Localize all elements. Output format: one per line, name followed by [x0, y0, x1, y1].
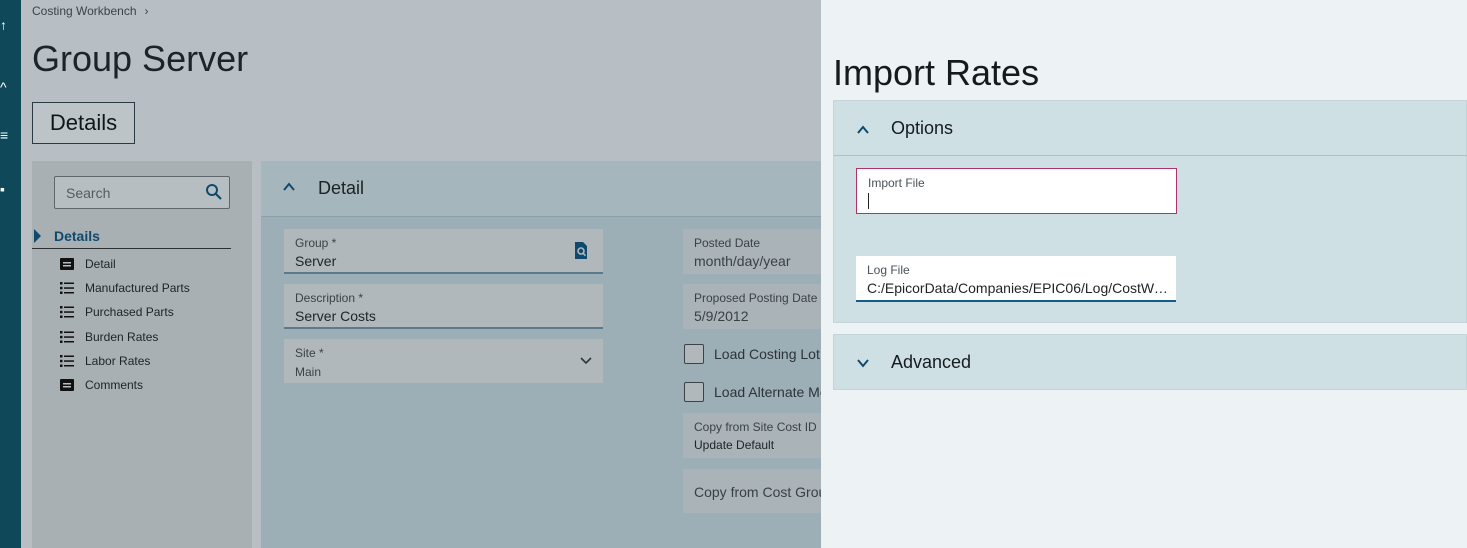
tree-header-details[interactable]: Details — [32, 228, 231, 249]
proposed-posting-date-label: Proposed Posting Date — [694, 291, 818, 305]
card-icon — [60, 379, 74, 391]
posted-date-value: month/day/year — [694, 253, 791, 269]
import-rates-panel: Import Rates Options Import File Log Fil… — [821, 0, 1467, 548]
advanced-section-header[interactable]: Advanced — [833, 334, 1467, 390]
tree-item-label: Detail — [85, 257, 116, 271]
load-costing-lot-checkbox[interactable] — [684, 344, 704, 364]
tree-item-detail[interactable]: Detail — [60, 256, 240, 274]
tree-item-label: Labor Rates — [85, 354, 151, 368]
chevron-up-icon — [283, 182, 295, 191]
tree-item-manufactured-parts[interactable]: Manufactured Parts — [60, 280, 240, 298]
load-alternate-label: Load Alternate Methods — [714, 384, 821, 400]
chevron-right-icon: › — [144, 4, 149, 18]
import-file-label: Import File — [868, 176, 925, 190]
menu-icon[interactable]: ≡ — [0, 130, 8, 140]
card-icon — [60, 258, 74, 270]
caret-icon[interactable]: ^ — [0, 82, 8, 92]
list-icon — [60, 282, 74, 294]
detail-section-header[interactable]: Detail — [261, 161, 821, 217]
copy-from-site-cost-label: Copy from Site Cost ID — [694, 420, 817, 434]
site-select-label: Site * — [295, 346, 324, 360]
log-file-input[interactable]: Log File C:/EpicorData/Companies/EPIC06/… — [856, 256, 1176, 302]
details-button[interactable]: Details — [32, 102, 135, 144]
detail-section-title: Detail — [318, 178, 365, 198]
breadcrumb-costing-workbench[interactable]: Costing Workbench — [32, 4, 137, 18]
options-section: Options Import File Log File C:/EpicorDa… — [833, 100, 1467, 323]
posted-date-label: Posted Date — [694, 236, 761, 250]
group-field-label: Group * — [295, 236, 337, 250]
caret-right-icon — [34, 229, 41, 243]
tree-item-label: Manufactured Parts — [85, 281, 190, 295]
tree-item-burden-rates[interactable]: Burden Rates — [60, 329, 240, 347]
chevron-down-icon — [580, 357, 592, 365]
breadcrumb: Costing Workbench › — [32, 4, 149, 18]
chevron-down-icon — [857, 359, 869, 368]
copy-from-cost-group-field[interactable]: Copy from Cost Group — [683, 469, 823, 513]
copy-from-site-cost-field[interactable]: Copy from Site Cost ID Update Default — [683, 413, 823, 458]
tree-item-label: Purchased Parts — [85, 305, 174, 319]
options-section-title: Options — [891, 118, 954, 138]
group-field-value: Server — [295, 253, 337, 269]
search-placeholder: Search — [66, 185, 111, 201]
group-field[interactable]: Group * Server — [284, 229, 603, 274]
import-rates-title: Import Rates — [833, 52, 1040, 93]
options-section-header[interactable]: Options — [834, 101, 1467, 156]
tree-item-label: Comments — [85, 378, 144, 392]
proposed-posting-date-field[interactable]: Proposed Posting Date 5/9/2012 — [683, 284, 823, 329]
description-field-label: Description * — [295, 291, 364, 305]
tree-item-label: Burden Rates — [85, 330, 159, 344]
page-title: Group Server — [32, 38, 249, 79]
description-field[interactable]: Description * Server Costs — [284, 284, 603, 329]
list-icon — [60, 355, 74, 367]
tree-item-labor-rates[interactable]: Labor Rates — [60, 353, 240, 371]
chevron-up-icon — [857, 125, 869, 134]
load-alternate-checkbox[interactable] — [684, 382, 704, 402]
import-file-input[interactable]: Import File — [856, 168, 1177, 214]
advanced-section-title: Advanced — [891, 352, 972, 372]
tree-panel: Search Details Detail Manufactured Parts… — [32, 161, 252, 548]
posted-date-field[interactable]: Posted Date month/day/year — [683, 229, 823, 274]
up-arrow-icon[interactable]: ↑ — [0, 20, 8, 30]
proposed-posting-date-value: 5/9/2012 — [694, 308, 749, 324]
tree-item-purchased-parts[interactable]: Purchased Parts — [60, 304, 240, 322]
site-select-value: Main — [295, 365, 322, 379]
search-icon[interactable] — [205, 183, 223, 201]
copy-from-cost-group-label: Copy from Cost Group — [694, 484, 823, 500]
detail-panel: Detail Group * Server Description * Serv… — [261, 161, 823, 548]
log-file-label: Log File — [867, 263, 910, 277]
group-server-page: Costing Workbench › Group Server Details … — [21, 0, 823, 548]
search-input[interactable]: Search — [54, 176, 230, 209]
copy-from-site-cost-value: Update Default — [694, 438, 775, 452]
grid-icon[interactable]: ▪ — [0, 184, 8, 194]
tree-item-comments[interactable]: Comments — [60, 377, 240, 395]
nav-rail: ↑ ^ ≡ ▪ — [0, 0, 21, 548]
log-file-value: C:/EpicorData/Companies/EPIC06/Log/CostW… — [867, 280, 1173, 296]
tree-header-label: Details — [54, 228, 100, 244]
load-costing-lot-label: Load Costing Lot Size — [714, 346, 821, 362]
description-field-value: Server Costs — [295, 308, 376, 324]
list-icon — [60, 306, 74, 318]
site-select[interactable]: Site * Main — [284, 339, 603, 383]
list-icon — [60, 331, 74, 343]
search-document-icon[interactable] — [573, 242, 589, 259]
text-caret — [868, 193, 869, 209]
